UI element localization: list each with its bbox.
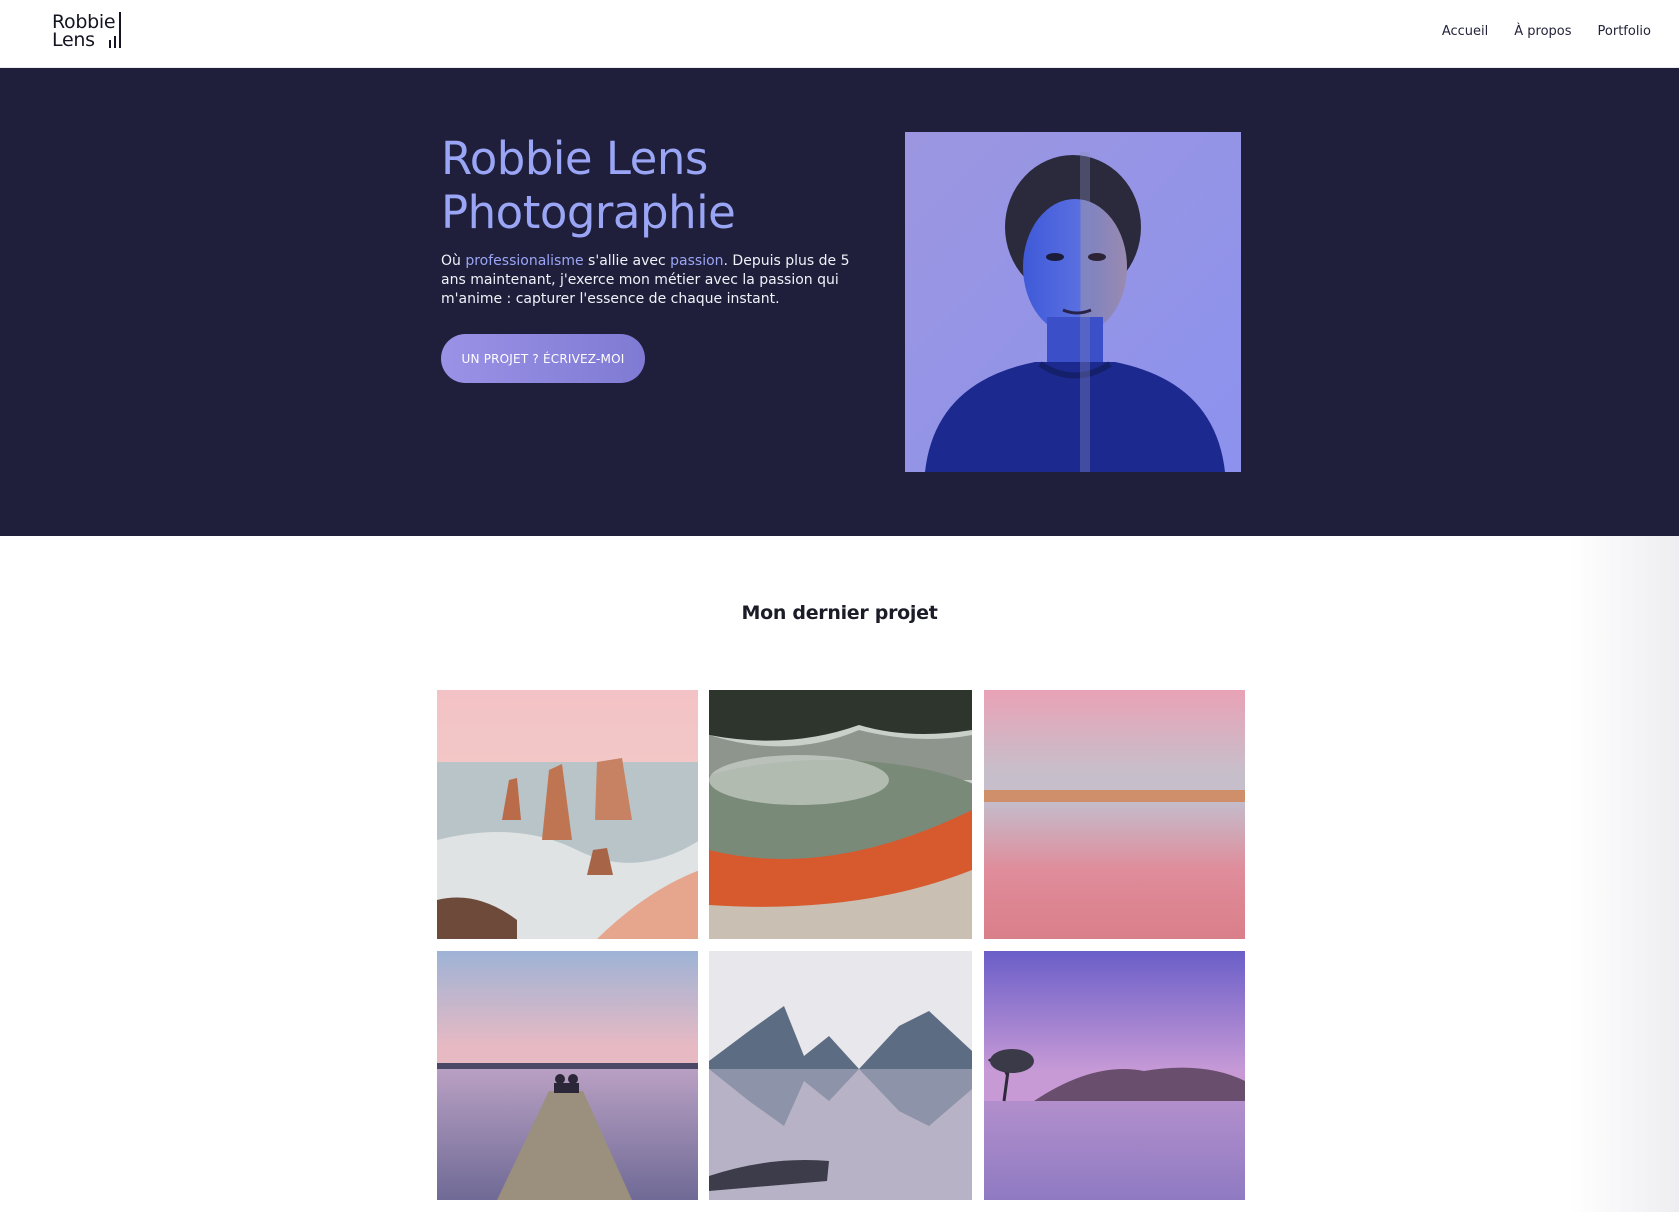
gallery-image-pier[interactable]	[437, 951, 698, 1200]
lone-tree-lake-photo-icon	[984, 951, 1245, 1200]
contact-cta-button[interactable]: UN PROJET ? ÉCRIVEZ-MOI	[441, 334, 645, 383]
logo-bar-icon	[109, 40, 111, 48]
pier-couple-photo-icon	[437, 951, 698, 1200]
hero-text-accent1: professionalisme	[465, 253, 584, 269]
nav-link-portfolio[interactable]: Portfolio	[1598, 24, 1651, 39]
nav-link-a-propos[interactable]: À propos	[1514, 24, 1571, 39]
portrait-photo-icon	[905, 132, 1241, 472]
pink-lake-photo-icon	[984, 690, 1245, 939]
logo-bar-icon	[114, 36, 116, 48]
right-edge-shadow	[1569, 536, 1679, 1212]
portrait-image	[905, 132, 1241, 472]
hero-text-part1: Où	[441, 253, 466, 269]
logo-bar-icon	[119, 12, 121, 48]
hero-section: Robbie Lens Photographie Où professional…	[0, 68, 1679, 536]
nav-links: Accueil À propos Portfolio	[1442, 24, 1651, 39]
gallery-image-hot-spring[interactable]	[709, 690, 972, 939]
section-title: Mon dernier projet	[741, 602, 938, 624]
hero-title: Robbie Lens Photographie	[441, 132, 881, 240]
nav-link-accueil[interactable]: Accueil	[1442, 24, 1488, 39]
gallery-image-lone-tree[interactable]	[984, 951, 1245, 1200]
gallery-image-mountains[interactable]	[709, 951, 972, 1200]
logo[interactable]: Robbie Lens	[52, 12, 124, 52]
hero-description: Où professionalisme s'allie avec passion…	[441, 252, 861, 309]
gallery-image-pink-lake[interactable]	[984, 690, 1245, 939]
hero-title-line1: Robbie Lens	[441, 132, 708, 185]
logo-line2: Lens	[52, 29, 95, 51]
navbar: Robbie Lens Accueil À propos Portfolio	[0, 0, 1679, 68]
mountain-reflection-photo-icon	[709, 951, 972, 1200]
hero-text-part2: s'allie avec	[583, 253, 671, 269]
hero-text-accent2: passion	[670, 253, 724, 269]
sea-stacks-photo-icon	[437, 690, 698, 939]
gallery-image-sea-stacks[interactable]	[437, 690, 698, 939]
hot-spring-photo-icon	[709, 690, 972, 939]
hero-title-line2: Photographie	[441, 186, 736, 239]
